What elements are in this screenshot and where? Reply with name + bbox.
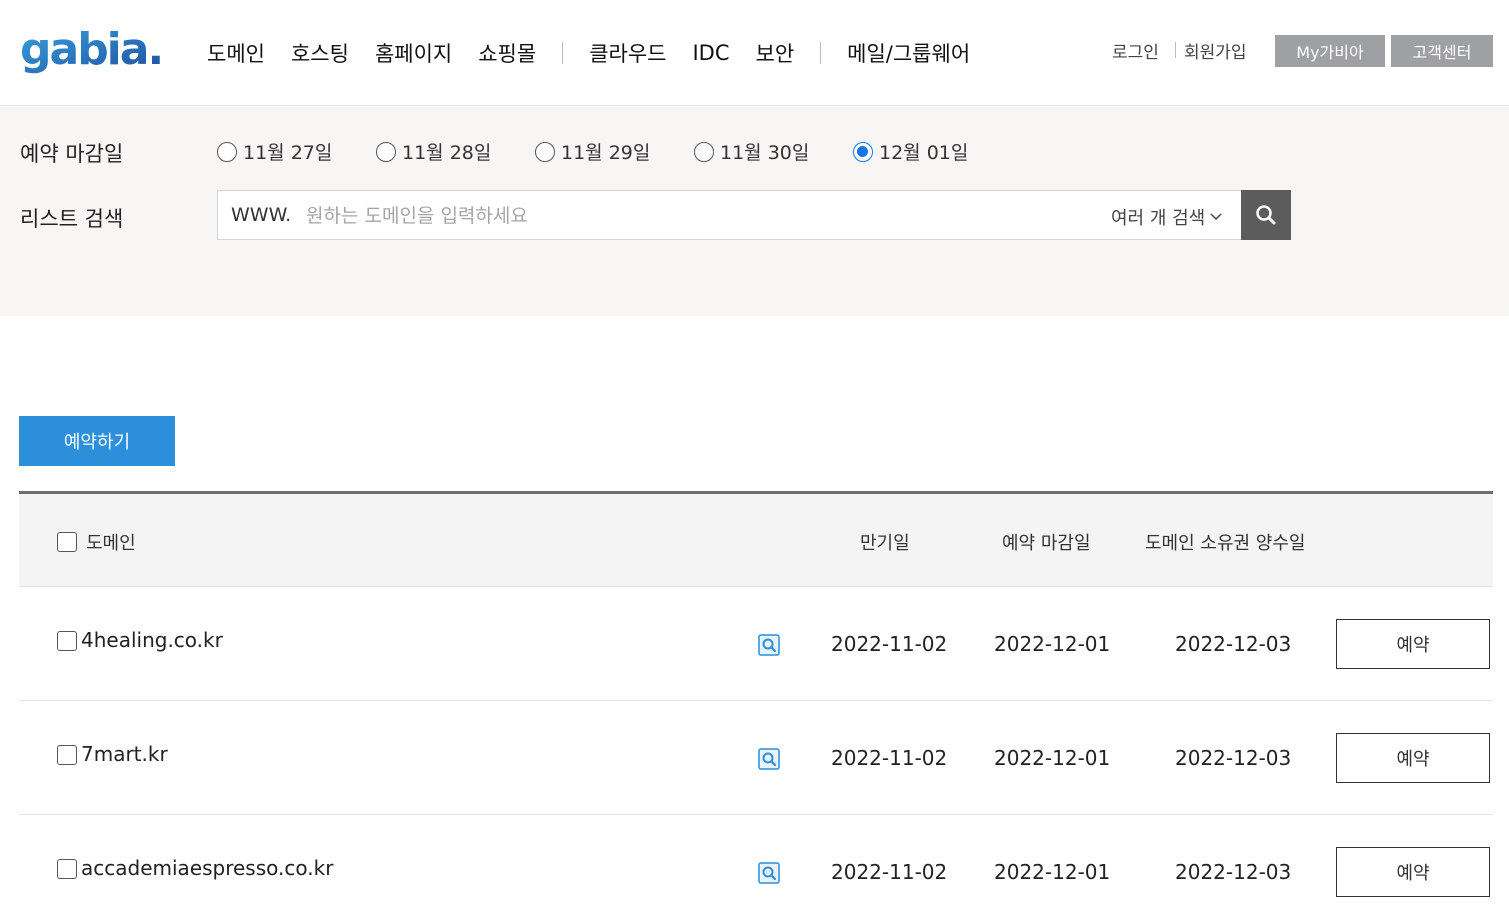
row-reserve-button[interactable]: 예약 [1336,847,1490,897]
header-expire-date: 만기일 [860,533,910,554]
row-reserve-button[interactable]: 예약 [1336,733,1490,783]
search-label: 리스트 검색 [20,207,124,231]
header-transfer-date: 도메인 소유권 양수일 [1145,533,1306,554]
row-expire-date: 2022-11-02 [831,860,948,884]
date-label: 11월 30일 [720,142,810,164]
table-row: 4healing.co.kr 2022-11-02 2022-12-01 202… [19,587,1493,701]
row-expire-date: 2022-11-02 [831,746,948,770]
nav-hosting[interactable]: 호스팅 [291,38,349,68]
search-button[interactable] [1241,190,1291,240]
row-checkbox[interactable] [57,631,77,651]
row-transfer-date: 2022-12-03 [1175,746,1292,770]
table-row: accademiaespresso.co.kr 2022-11-02 2022-… [19,815,1493,920]
row-transfer-date: 2022-12-03 [1175,632,1292,656]
header-reserve-deadline: 예약 마감일 [1002,533,1091,554]
radio-circle-selected[interactable] [853,141,873,162]
domain-search-box: WWW. 여러 개 검색 [217,190,1242,240]
date-radio-nov27[interactable]: 11월 27일 [217,138,332,165]
date-label: 11월 28일 [402,142,492,164]
date-radio-nov28[interactable]: 11월 28일 [376,138,491,165]
whois-lookup-icon[interactable] [758,748,780,770]
row-domain: accademiaespresso.co.kr [81,856,334,880]
row-checkbox[interactable] [57,745,77,765]
multi-search-dropdown[interactable]: 여러 개 검색 [1111,204,1222,230]
chevron-down-icon [1210,213,1222,221]
radio-circle[interactable] [376,141,396,162]
date-radio-dec01[interactable]: 12월 01일 [853,138,968,165]
nav-shopping-mall[interactable]: 쇼핑몰 [478,38,536,68]
site-header: gabia. 도메인 호스팅 홈페이지 쇼핑몰 클라우드 IDC 보안 메일/그… [0,0,1509,106]
radio-circle[interactable] [217,141,237,162]
select-all-checkbox[interactable] [57,532,77,552]
radio-circle[interactable] [535,141,555,162]
svg-text:gabia.: gabia. [20,26,162,75]
date-label: 11월 29일 [561,142,651,164]
nav-security[interactable]: 보안 [756,38,795,68]
row-reserve-button[interactable]: 예약 [1336,619,1490,669]
main-nav: 도메인 호스팅 홈페이지 쇼핑몰 클라우드 IDC 보안 메일/그룹웨어 [207,38,996,68]
nav-divider [562,42,564,64]
whois-lookup-icon[interactable] [758,862,780,884]
nav-homepage[interactable]: 홈페이지 [375,38,452,68]
deadline-label: 예약 마감일 [20,142,124,166]
row-checkbox[interactable] [57,859,77,879]
date-radio-nov29[interactable]: 11월 29일 [535,138,650,165]
customer-center-button[interactable]: 고객센터 [1391,35,1493,67]
my-gabia-button[interactable]: My가비아 [1275,35,1385,67]
nav-cloud[interactable]: 클라우드 [589,38,666,68]
date-label: 12월 01일 [879,142,969,164]
multi-search-label: 여러 개 검색 [1111,208,1206,229]
gabia-logo[interactable]: gabia. [20,24,165,82]
row-reserve-deadline: 2022-12-01 [994,860,1111,884]
reserve-button[interactable]: 예약하기 [19,416,175,466]
util-divider [1175,42,1176,58]
login-link[interactable]: 로그인 [1112,38,1159,63]
row-reserve-deadline: 2022-12-01 [994,746,1111,770]
nav-mail-groupware[interactable]: 메일/그룹웨어 [847,38,970,68]
row-domain: 7mart.kr [81,742,168,766]
www-prefix: WWW. [231,204,292,226]
domain-search-input[interactable] [306,201,1066,231]
table-row: 7mart.kr 2022-11-02 2022-12-01 2022-12-0… [19,701,1493,815]
row-transfer-date: 2022-12-03 [1175,860,1292,884]
date-label: 11월 27일 [243,142,333,164]
nav-idc[interactable]: IDC [692,41,729,65]
radio-circle[interactable] [694,141,714,162]
date-radio-nov30[interactable]: 11월 30일 [694,138,809,165]
nav-domain[interactable]: 도메인 [207,38,265,68]
whois-lookup-icon[interactable] [758,634,780,656]
nav-divider [820,42,822,64]
row-reserve-deadline: 2022-12-01 [994,632,1111,656]
row-domain: 4healing.co.kr [81,628,223,652]
signup-link[interactable]: 회원가입 [1184,38,1247,63]
search-icon [1256,205,1276,225]
table-header: 도메인 만기일 예약 마감일 도메인 소유권 양수일 [19,494,1493,587]
row-expire-date: 2022-11-02 [831,632,948,656]
header-domain: 도메인 [86,533,136,554]
